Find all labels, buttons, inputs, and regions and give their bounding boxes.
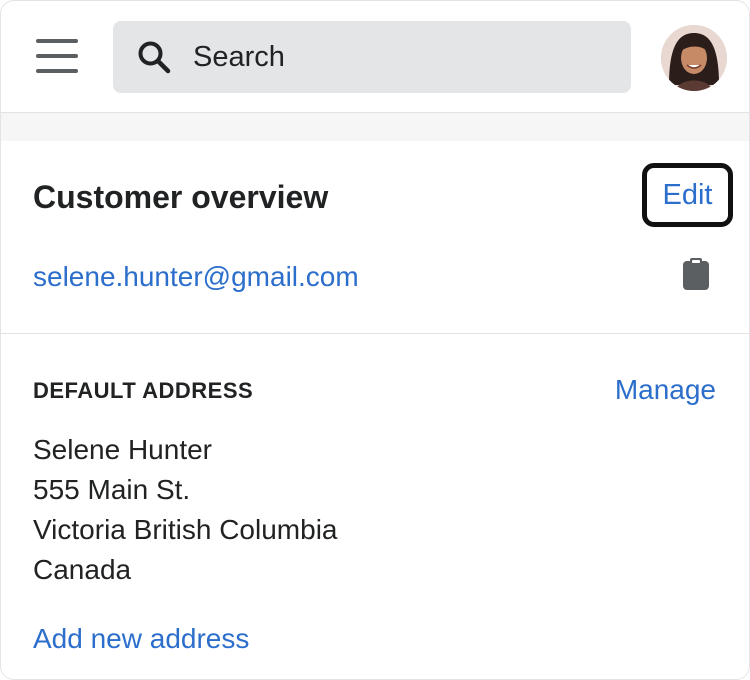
edit-focus-outline: Edit — [642, 163, 733, 227]
customer-card: Customer overview Edit selene.hunter@gma… — [1, 141, 749, 679]
address-line-street: 555 Main St. — [33, 474, 191, 505]
user-avatar[interactable] — [661, 25, 727, 91]
address-line-city: Victoria British Columbia — [33, 514, 338, 545]
search-placeholder: Search — [193, 41, 285, 73]
address-block: Selene Hunter 555 Main St. Victoria Brit… — [33, 430, 338, 590]
edit-button[interactable]: Edit — [647, 168, 728, 222]
clipboard-icon[interactable] — [683, 258, 709, 290]
default-address-heading: DEFAULT ADDRESS — [33, 378, 254, 403]
search-icon — [138, 41, 171, 74]
hamburger-menu-icon[interactable] — [36, 39, 78, 73]
address-line-country: Canada — [33, 554, 132, 585]
customer-overview-section: Customer overview Edit selene.hunter@gma… — [1, 141, 749, 334]
manage-button[interactable]: Manage — [615, 373, 716, 407]
address-line-name: Selene Hunter — [33, 434, 213, 465]
top-bar: Search — [1, 1, 749, 113]
add-new-address-link[interactable]: Add new address — [33, 622, 249, 656]
search-bar[interactable]: Search — [113, 21, 631, 93]
section-title: Customer overview — [33, 179, 329, 215]
default-address-section: DEFAULT ADDRESS Manage Selene Hunter 555… — [1, 334, 749, 679]
customer-email-link[interactable]: selene.hunter@gmail.com — [33, 260, 359, 294]
app-frame: Search Customer overview Edit selene.hun… — [0, 0, 750, 680]
